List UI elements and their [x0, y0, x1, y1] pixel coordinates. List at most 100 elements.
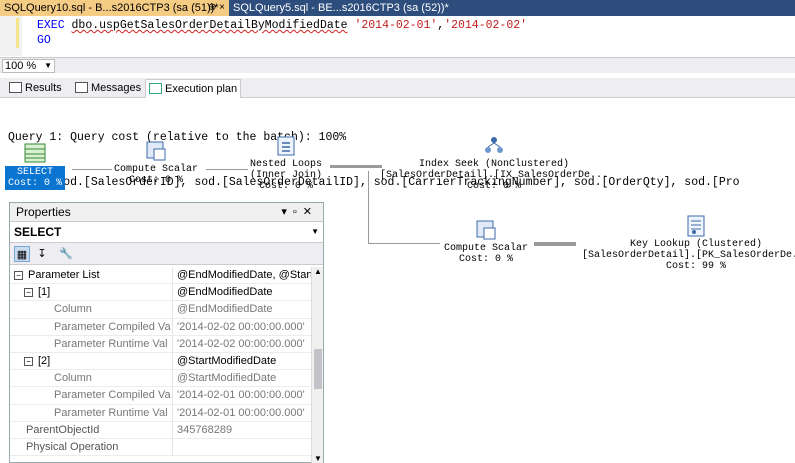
tab-messages[interactable]: Messages — [72, 79, 142, 98]
properties-title-bar[interactable]: Properties ▾▫✕ — [10, 203, 323, 222]
plan-node-compute-scalar[interactable]: Compute Scalar Cost: 0 % — [444, 219, 528, 265]
property-value: @StartModifiedDate — [177, 372, 277, 385]
property-grid[interactable]: − Parameter List @EndModifiedDate, @StartM… — [10, 267, 313, 463]
node-cost: Cost: 0 % — [459, 254, 514, 265]
plan-arrow — [368, 243, 440, 244]
code-line-1: EXEC dbo.uspGetSalesOrderDetailByModifie… — [37, 19, 527, 32]
key-lookup-icon — [687, 215, 705, 237]
property-row[interactable]: − [2] @StartModifiedDate — [10, 352, 313, 371]
plan-arrow — [206, 169, 248, 170]
node-name: Compute Scalar — [114, 164, 199, 175]
plan-node-nested-loops[interactable]: Nested Loops (Inner Join) Cost: 0 % — [250, 135, 322, 192]
property-row[interactable]: Column @StartModifiedDate — [10, 370, 313, 388]
result-tabs: Results Messages Execution plan — [0, 78, 795, 98]
property-name: Physical Operation — [10, 438, 173, 456]
property-row[interactable]: Column @EndModifiedDate — [10, 301, 313, 319]
properties-window[interactable]: Properties ▾▫✕ SELECT ▼ ▦ ↧ 🔧 − Parameter… — [9, 202, 324, 463]
scroll-down-icon[interactable]: ▼ — [314, 454, 322, 463]
pin-close-icon[interactable]: ⊕ × — [208, 0, 225, 16]
property-value: 345768289 — [177, 423, 233, 436]
property-name: Parameter Compiled Va — [10, 318, 173, 336]
plan-node-index-seek[interactable]: Index Seek (NonClustered) [SalesOrderDeta… — [380, 135, 608, 192]
chevron-down-icon[interactable]: ▼ — [44, 60, 52, 72]
object-selector[interactable]: SELECT ▼ — [10, 222, 323, 243]
node-name: Index Seek (NonClustered) — [419, 159, 570, 170]
property-value: '2014-02-01 00:00:00.000' — [177, 389, 305, 402]
zoom-value: 100 % — [5, 60, 37, 72]
property-row[interactable]: Physical Operation — [10, 438, 313, 457]
property-row[interactable]: Parameter Compiled Va '2014-02-01 00:00:0… — [10, 387, 313, 405]
property-name: Parameter Runtime Val — [10, 404, 173, 422]
plan-node-compute-scalar[interactable]: Compute Scalar Cost: 0 % — [114, 140, 198, 186]
plan-node-key-lookup[interactable]: Key Lookup (Clustered) [SalesOrderDetail]… — [582, 215, 795, 272]
properties-scrollbar[interactable]: ▲ ▼ — [311, 267, 323, 463]
plan-arrow — [368, 171, 369, 243]
node-subtitle: [SalesOrderDetail].[PK_SalesOrderDe... — [582, 250, 795, 261]
tab-results[interactable]: Results — [6, 79, 66, 98]
property-name: ParentObjectId — [10, 421, 173, 439]
document-tab-strip: SQLQuery10.sql - B...s2016CTP3 (sa (51))… — [0, 0, 795, 16]
string-literal: '2014-02-01' — [354, 19, 438, 32]
grid-icon — [9, 82, 22, 93]
select-operator-icon — [24, 143, 46, 163]
plan-arrow — [72, 169, 112, 170]
property-row[interactable]: Parameter Compiled Va '2014-02-02 00:00:0… — [10, 318, 313, 336]
collapse-icon[interactable]: − — [14, 271, 23, 280]
property-value: @EndModifiedDate — [177, 286, 273, 299]
tab-sqlquery10[interactable]: SQLQuery10.sql - B...s2016CTP3 (sa (51))… — [0, 0, 229, 16]
tab-label: Messages — [91, 82, 142, 94]
chevron-down-icon[interactable]: ▼ — [311, 222, 319, 242]
dropdown-icon[interactable]: ▾ — [281, 206, 293, 218]
properties-title: Properties — [16, 205, 71, 219]
selected-object: SELECT — [14, 225, 62, 239]
property-row[interactable]: Parameter Runtime Val '2014-02-01 00:00:0… — [10, 404, 313, 422]
property-value: @StartModifiedDate — [177, 354, 277, 367]
procedure-name: dbo.uspGetSalesOrderDetailByModifiedDate — [71, 19, 348, 32]
messages-icon — [75, 82, 88, 93]
node-subtitle: (Inner Join) — [250, 170, 323, 181]
tab-execution-plan[interactable]: Execution plan — [145, 79, 241, 98]
pin-icon[interactable]: ▫ — [293, 206, 303, 218]
change-marker — [16, 18, 19, 48]
property-name: Parameter Runtime Val — [10, 335, 173, 353]
zoom-select[interactable]: 100 % ▼ — [2, 59, 55, 73]
index-seek-icon — [485, 137, 504, 153]
collapse-icon[interactable]: − — [24, 288, 33, 298]
plan-node-select[interactable]: SELECT Cost: 0 % — [5, 142, 66, 190]
tab-label: SQLQuery5.sql - BE...s2016CTP3 (sa (52))… — [233, 2, 449, 14]
tab-sqlquery5[interactable]: SQLQuery5.sql - BE...s2016CTP3 (sa (52))… — [229, 0, 449, 16]
node-name: Key Lookup (Clustered) — [630, 239, 763, 250]
close-icon[interactable]: ✕ — [303, 206, 318, 218]
nested-loops-icon — [277, 136, 295, 156]
property-row[interactable]: ParentObjectId 345768289 — [10, 421, 313, 439]
node-cost: Cost: 0 % — [259, 181, 314, 192]
node-cost: Cost: 0 % — [129, 175, 184, 186]
compute-scalar-icon — [146, 141, 166, 161]
property-name: Column — [10, 301, 173, 319]
categorized-icon[interactable]: ▦ — [14, 246, 30, 262]
node-name: Nested Loops — [250, 159, 323, 170]
zoom-bar: 100 % ▼ — [0, 57, 795, 73]
query-editor[interactable]: EXEC dbo.uspGetSalesOrderDetailByModifie… — [0, 16, 795, 56]
property-name: Parameter List — [28, 269, 100, 281]
code-line-2: GO — [37, 34, 51, 47]
alphabetical-icon[interactable]: ↧ — [34, 246, 50, 262]
property-row[interactable]: − [1] @EndModifiedDate — [10, 284, 313, 302]
property-pages-icon[interactable]: 🔧 — [58, 246, 74, 262]
collapse-icon[interactable]: − — [24, 356, 33, 366]
property-row[interactable]: Parameter Runtime Val '2014-02-02 00:00:0… — [10, 335, 313, 353]
keyword: EXEC — [37, 19, 65, 32]
scroll-thumb[interactable] — [314, 349, 322, 389]
node-subtitle: [SalesOrderDetail].[IX_SalesOrderDe... — [380, 170, 609, 181]
string-literal: '2014-02-02' — [444, 19, 528, 32]
property-name: [1] — [38, 286, 51, 299]
property-value: '2014-02-01 00:00:00.000' — [177, 406, 305, 419]
scroll-up-icon[interactable]: ▲ — [314, 267, 322, 276]
plan-arrow — [534, 242, 576, 246]
property-name: Column — [10, 370, 173, 388]
property-name: Parameter Compiled Va — [10, 387, 173, 405]
compute-scalar-icon — [476, 220, 496, 240]
property-name: [2] — [38, 354, 51, 367]
property-row[interactable]: − Parameter List @EndModifiedDate, @StartM — [10, 267, 313, 285]
node-cost: Cost: 99 % — [666, 261, 727, 272]
